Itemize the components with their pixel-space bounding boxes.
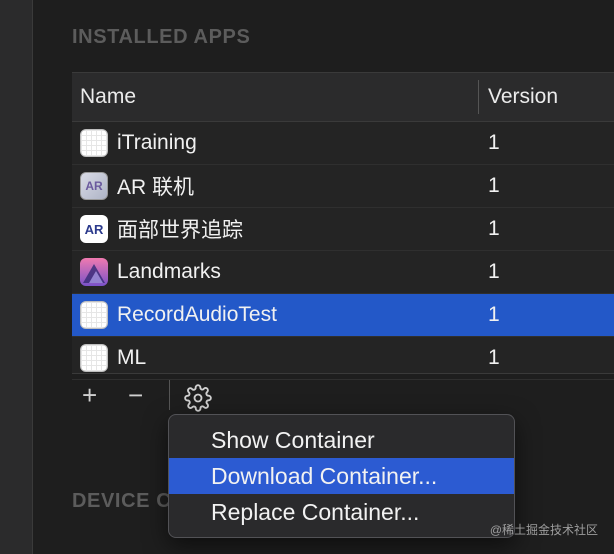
- ar-link-app-icon: AR: [80, 172, 108, 200]
- menu-item-download-container[interactable]: Download Container...: [169, 458, 514, 494]
- table-row[interactable]: AR 面部世界追踪 1: [72, 208, 614, 251]
- remove-app-button[interactable]: −: [128, 382, 143, 408]
- context-menu: Show Container Download Container... Rep…: [168, 414, 515, 538]
- installed-apps-title: INSTALLED APPS: [72, 26, 251, 48]
- column-header-version[interactable]: Version: [478, 80, 558, 114]
- app-version: 1: [488, 346, 500, 369]
- app-name: AR 联机: [117, 176, 195, 199]
- app-name-cell: iTraining: [72, 129, 478, 157]
- ar-face-app-icon: AR: [80, 215, 108, 243]
- table-header: Name Version: [72, 73, 614, 122]
- table-row[interactable]: iTraining 1: [72, 122, 614, 165]
- gear-icon[interactable]: [184, 384, 212, 412]
- installed-apps-table: Name Version iTraining 1 AR AR 联机 1 AR 面…: [72, 72, 614, 380]
- menu-item-show-container[interactable]: Show Container: [169, 422, 514, 458]
- grid-app-icon: [80, 129, 108, 157]
- grid-app-icon: [80, 301, 108, 329]
- landmarks-app-icon: [80, 258, 108, 286]
- watermark: @稀土掘金技术社区: [489, 523, 598, 537]
- app-name: iTraining: [117, 131, 197, 154]
- column-header-name[interactable]: Name: [72, 73, 478, 121]
- device-section-title: DEVICE C: [72, 490, 172, 512]
- app-name-cell: ML: [72, 344, 478, 372]
- table-row[interactable]: Landmarks 1: [72, 251, 614, 294]
- grid-app-icon: [80, 344, 108, 372]
- app-name: RecordAudioTest: [117, 303, 277, 326]
- apps-toolbar: + −: [72, 374, 272, 418]
- app-name: 面部世界追踪: [117, 219, 243, 242]
- app-version: 1: [488, 303, 500, 326]
- app-version: 1: [488, 217, 500, 240]
- app-name-cell: AR 面部世界追踪: [72, 214, 478, 244]
- app-version: 1: [488, 260, 500, 283]
- app-name-cell: RecordAudioTest: [72, 301, 478, 329]
- devices-window: INSTALLED APPS Name Version iTraining 1 …: [0, 0, 614, 554]
- toolbar-divider: [169, 380, 170, 410]
- app-version: 1: [488, 131, 500, 154]
- left-sidebar-edge: [0, 0, 33, 554]
- table-row-selected[interactable]: RecordAudioTest 1: [72, 294, 614, 337]
- add-app-button[interactable]: +: [82, 382, 97, 408]
- app-name: ML: [117, 346, 147, 369]
- table-row[interactable]: AR AR 联机 1: [72, 165, 614, 208]
- app-name-cell: AR AR 联机: [72, 171, 478, 201]
- menu-item-replace-container[interactable]: Replace Container...: [169, 494, 514, 530]
- app-name-cell: Landmarks: [72, 258, 478, 286]
- app-name: Landmarks: [117, 260, 221, 283]
- app-version: 1: [488, 174, 500, 197]
